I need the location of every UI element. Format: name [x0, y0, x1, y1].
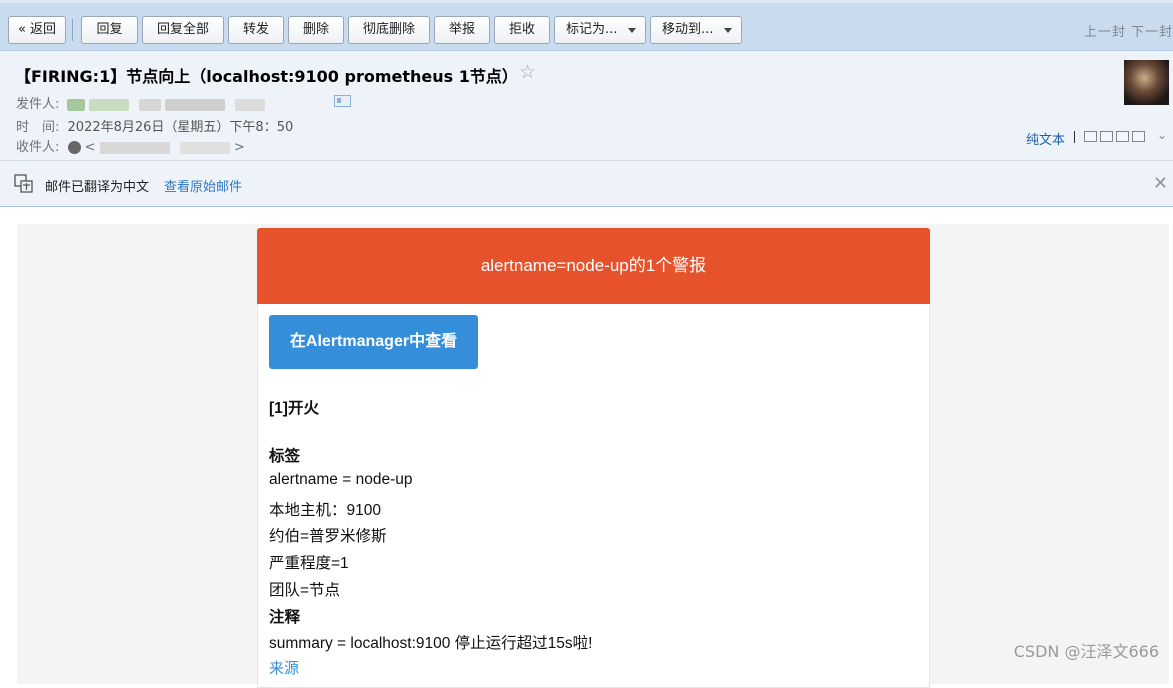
label-line: 团队=节点: [269, 582, 341, 599]
translate-icon: [14, 174, 33, 193]
mark-as-label: 标记为...: [566, 22, 618, 37]
back-button[interactable]: « 返回: [8, 16, 66, 44]
star-icon[interactable]: ☆: [519, 61, 536, 83]
sender-label: 发件人:: [16, 97, 60, 112]
mail-header: 【FIRING:1】节点向上（localhost:9100 prometheus…: [0, 51, 1173, 161]
recipient-label: 收件人:: [16, 140, 60, 155]
chevron-down-icon[interactable]: ⌄: [1157, 128, 1167, 142]
recipient-avatar-icon: [67, 141, 81, 154]
alert-heading: [1]开火: [269, 400, 319, 417]
recipient-open: <: [84, 140, 96, 155]
time-value: 2022年8月26日（星期五）下午8：50: [67, 120, 294, 135]
toolbar-divider: [72, 19, 73, 41]
delete-button[interactable]: 删除: [288, 16, 344, 44]
label-line: 本地主机：9100: [269, 502, 381, 519]
mark-as-dropdown[interactable]: 标记为...: [554, 16, 646, 44]
label-line: 约伯=普罗米修斯: [269, 528, 387, 545]
watermark: CSDN @汪泽文666: [1013, 642, 1159, 661]
mail-subject: 【FIRING:1】节点向上（localhost:9100 prometheus…: [15, 67, 518, 86]
label-line: 严重程度=1: [269, 555, 349, 572]
download-icon[interactable]: [1116, 131, 1129, 142]
view-in-alertmanager-button[interactable]: 在Alertmanager中查看: [269, 315, 478, 369]
sender-row: 发件人:: [16, 93, 265, 112]
prev-next-nav[interactable]: 上一封 下一封: [1084, 21, 1173, 40]
chevron-down-icon: [724, 28, 732, 33]
forward-button[interactable]: 转发: [228, 16, 284, 44]
view-original-link[interactable]: 查看原始邮件: [164, 176, 242, 195]
close-icon[interactable]: ✕: [1153, 173, 1168, 194]
sender-redacted: [64, 97, 265, 112]
time-row: 时 间: 2022年8月26日（星期五）下午8：50: [16, 116, 293, 135]
time-label: 时 间:: [16, 120, 60, 135]
summary-line: summary = localhost:9100 停止运行超过15s啦!: [269, 635, 593, 652]
plain-text-link[interactable]: 纯文本: [1026, 129, 1065, 148]
labels-heading: 标签: [269, 448, 301, 465]
sender-avatar: [1124, 60, 1169, 105]
delete-permanently-button[interactable]: 彻底删除: [348, 16, 430, 44]
header-tools: [1084, 131, 1145, 142]
print-icon[interactable]: [1132, 131, 1145, 142]
mail-toolbar: « 返回 回复 回复全部 转发 删除 彻底删除 举报 拒收 标记为... 移动到…: [0, 0, 1173, 51]
alert-banner: alertname=node-up的1个警报: [257, 228, 930, 304]
annotations-heading: 注释: [269, 609, 301, 626]
report-button[interactable]: 举报: [434, 16, 490, 44]
recipient-close: >: [233, 140, 245, 155]
reject-button[interactable]: 拒收: [494, 16, 550, 44]
label-line: alertname = node-up: [269, 471, 413, 488]
reply-button[interactable]: 回复: [81, 16, 138, 44]
recipient-redacted: [99, 140, 230, 155]
fullscreen-icon[interactable]: [1100, 131, 1113, 142]
move-to-label: 移动到...: [662, 22, 714, 37]
source-link[interactable]: 来源: [269, 657, 299, 678]
reply-all-button[interactable]: 回复全部: [142, 16, 224, 44]
translation-bar: 邮件已翻译为中文 查看原始邮件 ✕: [0, 161, 1173, 207]
translation-notice: 邮件已翻译为中文: [45, 180, 150, 195]
new-window-icon[interactable]: [1084, 131, 1097, 142]
move-to-dropdown[interactable]: 移动到...: [650, 16, 742, 44]
header-divider: [1074, 131, 1075, 143]
chevron-down-icon: [628, 28, 636, 33]
recipient-row: 收件人: < >: [16, 136, 245, 155]
contact-card-icon[interactable]: [334, 95, 351, 107]
